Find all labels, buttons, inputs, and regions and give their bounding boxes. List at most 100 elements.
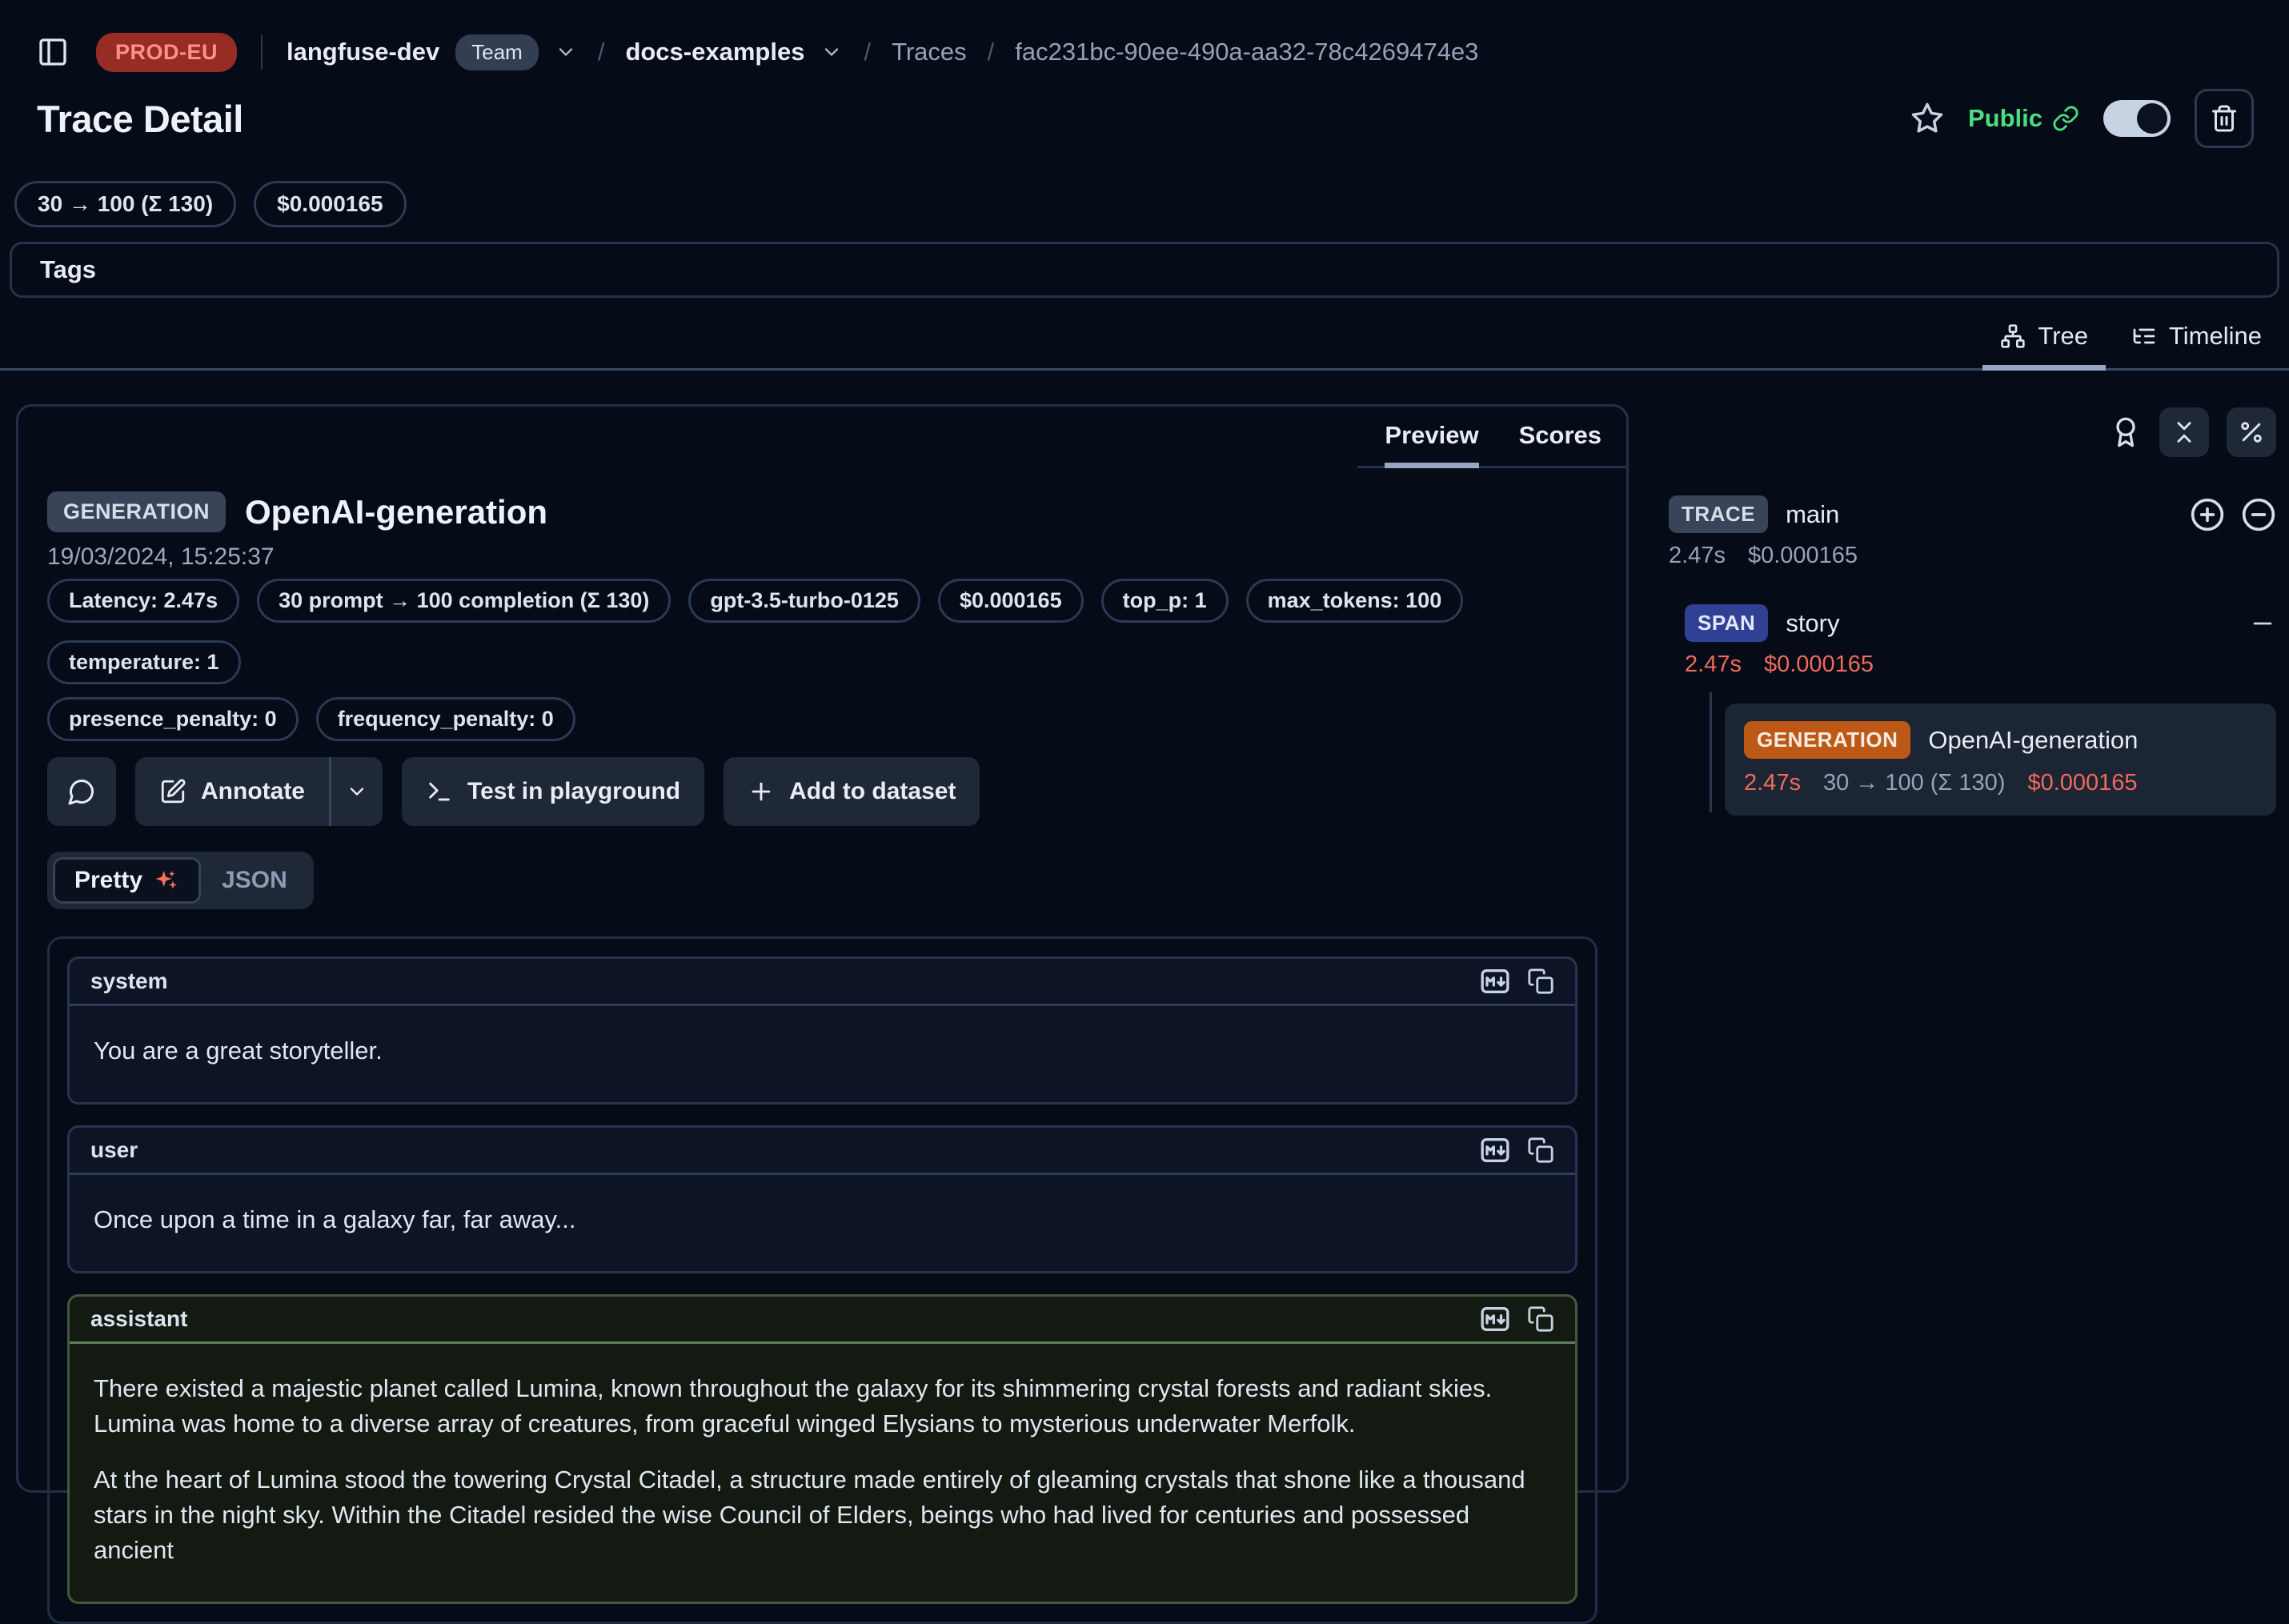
generation-name: OpenAI-generation bbox=[1928, 726, 2138, 755]
model-pill[interactable]: gpt-3.5-turbo-0125 bbox=[688, 579, 920, 623]
span-name: story bbox=[1786, 609, 1839, 638]
format-json-button[interactable]: JSON bbox=[201, 860, 308, 901]
test-in-playground-button[interactable]: Test in playground bbox=[402, 757, 704, 826]
message-header: user bbox=[70, 1128, 1575, 1173]
chevron-down-icon[interactable] bbox=[555, 41, 577, 63]
annotate-button[interactable]: Annotate bbox=[135, 757, 329, 826]
message-content: You are a great storyteller. bbox=[70, 1006, 1575, 1102]
trace-detail-page: PROD-EU langfuse-dev Team / docs-example… bbox=[0, 0, 2289, 1493]
copy-button[interactable] bbox=[1527, 968, 1554, 995]
message-content: Once upon a time in a galaxy far, far aw… bbox=[70, 1175, 1575, 1271]
annotate-dropdown-button[interactable] bbox=[331, 757, 383, 826]
markdown-toggle-button[interactable] bbox=[1479, 1134, 1511, 1166]
public-label: Public bbox=[1968, 104, 2042, 133]
tree-node-span[interactable]: SPAN story 2.47s $0.000165 bbox=[1685, 604, 2276, 816]
markdown-toggle-button[interactable] bbox=[1479, 1303, 1511, 1335]
message-header-icons bbox=[1479, 1134, 1554, 1166]
public-link[interactable]: Public bbox=[1968, 104, 2079, 133]
observation-title: OpenAI-generation bbox=[245, 493, 547, 531]
main-content: Preview Scores GENERATION OpenAI-generat… bbox=[0, 404, 2289, 1493]
markdown-icon bbox=[1479, 965, 1511, 997]
trace-tree-panel: TRACE main 2.47 bbox=[1629, 404, 2289, 1493]
temperature-pill: temperature: 1 bbox=[47, 640, 241, 684]
tokens-pill: 30 prompt → 100 completion (Σ 130) bbox=[257, 579, 671, 623]
generation-type-badge: GENERATION bbox=[1744, 721, 1910, 759]
collapse-level-button[interactable] bbox=[2241, 497, 2276, 532]
add-to-dataset-button[interactable]: Add to dataset bbox=[724, 757, 980, 826]
page-title: Trace Detail bbox=[37, 97, 243, 141]
panel-left-icon bbox=[37, 36, 69, 68]
message-card-system: system bbox=[67, 956, 1577, 1105]
tab-preview[interactable]: Preview bbox=[1385, 421, 1478, 468]
generation-latency: 2.47s bbox=[1744, 770, 1801, 796]
circle-plus-icon bbox=[2190, 497, 2225, 532]
public-toggle[interactable] bbox=[2103, 100, 2171, 137]
sparkles-icon bbox=[154, 868, 179, 893]
annotate-pen-icon bbox=[159, 778, 186, 805]
span-type-badge: SPAN bbox=[1685, 604, 1768, 642]
tree-node-generation[interactable]: GENERATION OpenAI-generation 2.47s 30 → … bbox=[1725, 704, 2276, 816]
org-plan-badge: Team bbox=[455, 34, 539, 70]
trace-type-badge: TRACE bbox=[1669, 495, 1768, 533]
sidebar-toggle-button[interactable] bbox=[37, 36, 69, 68]
delete-trace-button[interactable] bbox=[2195, 89, 2254, 148]
markdown-icon bbox=[1479, 1134, 1511, 1166]
assistant-paragraph: There existed a majestic planet called L… bbox=[94, 1371, 1551, 1442]
breadcrumb-traces-link[interactable]: Traces bbox=[892, 38, 967, 66]
title-row: Trace Detail Public bbox=[0, 85, 2289, 152]
breadcrumb-separator: / bbox=[988, 38, 995, 66]
observation-timestamp: 19/03/2024, 15:25:37 bbox=[47, 543, 1597, 571]
pretty-label: Pretty bbox=[74, 867, 142, 894]
breadcrumb-org[interactable]: langfuse-dev bbox=[287, 38, 439, 66]
tab-timeline[interactable]: Timeline bbox=[2114, 315, 2279, 371]
comment-icon bbox=[67, 777, 96, 806]
message-header: assistant bbox=[70, 1297, 1575, 1341]
tree-icon bbox=[2000, 323, 2026, 349]
environment-badge: PROD-EU bbox=[96, 33, 237, 72]
copy-button[interactable] bbox=[1527, 1137, 1554, 1164]
expand-all-button[interactable] bbox=[2190, 497, 2225, 532]
observation-preview-panel: Preview Scores GENERATION OpenAI-generat… bbox=[16, 404, 1629, 1493]
trace-name: main bbox=[1786, 500, 1839, 529]
message-content: There existed a majestic planet called L… bbox=[70, 1344, 1575, 1602]
tab-timeline-label: Timeline bbox=[2169, 322, 2262, 351]
generation-tokens: 30 → 100 (Σ 130) bbox=[1823, 770, 2006, 796]
tab-tree[interactable]: Tree bbox=[1982, 315, 2106, 371]
tags-section[interactable]: Tags bbox=[10, 242, 2279, 298]
copy-icon bbox=[1527, 1305, 1554, 1333]
title-controls: Public bbox=[1910, 89, 2254, 148]
message-role: user bbox=[90, 1137, 138, 1163]
markdown-icon bbox=[1479, 1303, 1511, 1335]
observation-header: GENERATION OpenAI-generation bbox=[47, 491, 1597, 532]
breadcrumb-separator: / bbox=[864, 38, 871, 66]
cost-pill: $0.000165 bbox=[938, 579, 1084, 623]
breadcrumb-divider bbox=[261, 35, 263, 69]
markdown-toggle-button[interactable] bbox=[1479, 965, 1511, 997]
message-header-icons bbox=[1479, 1303, 1554, 1335]
span-metrics: 2.47s $0.000165 bbox=[1685, 652, 2276, 678]
copy-button[interactable] bbox=[1527, 1305, 1554, 1333]
format-toggle: Pretty JSON bbox=[47, 852, 314, 909]
chevron-down-icon[interactable] bbox=[820, 41, 843, 63]
trash-icon bbox=[2210, 104, 2239, 133]
timeline-icon bbox=[2131, 323, 2157, 349]
tree-node-trace[interactable]: TRACE main bbox=[1669, 495, 2276, 533]
format-pretty-button[interactable]: Pretty bbox=[53, 857, 201, 904]
comments-button[interactable] bbox=[47, 757, 116, 826]
trace-metrics-row: 30 → 100 (Σ 130) $0.000165 bbox=[0, 181, 2289, 227]
chevrons-down-up-icon bbox=[2171, 419, 2198, 446]
observation-detail: GENERATION OpenAI-generation 19/03/2024,… bbox=[18, 407, 1626, 1624]
collapse-span-button[interactable] bbox=[2249, 610, 2276, 637]
message-card-assistant: assistant bbox=[67, 1294, 1577, 1604]
bookmark-star-button[interactable] bbox=[1910, 102, 1944, 135]
tab-scores[interactable]: Scores bbox=[1519, 421, 1601, 468]
annotate-split-button: Annotate bbox=[135, 757, 383, 826]
scores-annotation-button[interactable] bbox=[2110, 416, 2142, 448]
message-card-user: user bbox=[67, 1125, 1577, 1273]
toggle-metrics-button[interactable] bbox=[2227, 407, 2276, 457]
breadcrumb-project[interactable]: docs-examples bbox=[625, 38, 804, 66]
collapse-all-button[interactable] bbox=[2159, 407, 2209, 457]
latency-pill: Latency: 2.47s bbox=[47, 579, 239, 623]
generation-metrics: 2.47s 30 → 100 (Σ 130) $0.000165 bbox=[1744, 770, 2257, 796]
span-cost: $0.000165 bbox=[1764, 652, 1874, 678]
